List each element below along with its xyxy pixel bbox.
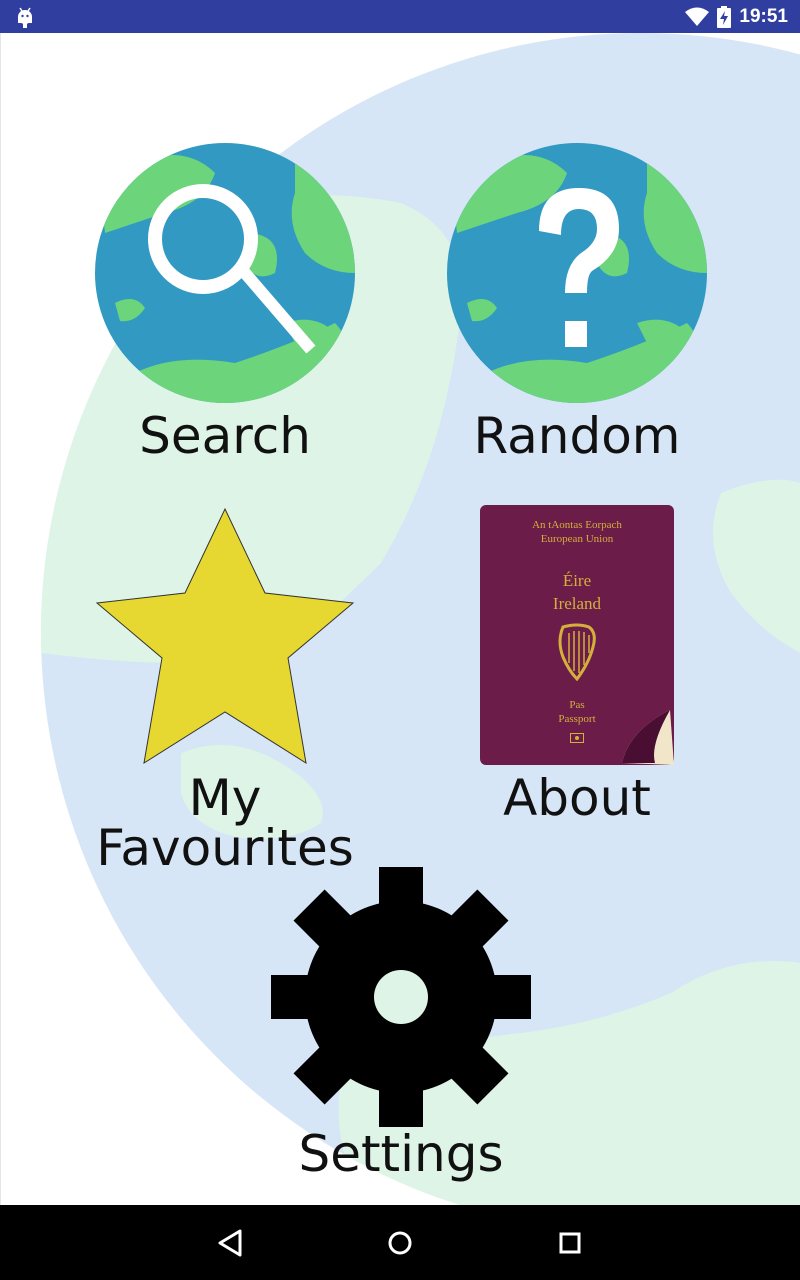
random-label: Random (473, 407, 681, 465)
random-button[interactable]: Random (437, 141, 717, 461)
status-time: 19:51 (739, 6, 788, 27)
star-icon (95, 507, 355, 765)
about-label: About (503, 769, 651, 827)
biometric-chip-icon (570, 733, 584, 743)
back-icon[interactable] (212, 1225, 248, 1261)
navigation-bar (0, 1205, 800, 1280)
gear-icon (271, 867, 531, 1127)
settings-label: Settings (298, 1125, 504, 1183)
search-label: Search (139, 407, 311, 465)
recents-icon[interactable] (552, 1225, 588, 1261)
battery-charging-icon (717, 6, 731, 28)
favourites-label: My Favourites (96, 769, 354, 877)
favourites-button[interactable]: My Favourites (55, 505, 395, 873)
home-icon[interactable] (382, 1225, 418, 1261)
passport-country-en: Ireland (552, 594, 602, 613)
settings-button[interactable]: Settings (251, 865, 551, 1185)
wifi-icon (685, 7, 709, 26)
android-debug-icon (18, 7, 32, 28)
main-menu: Search Random My Favourites An tAontas E… (0, 33, 800, 1205)
passport-country-ga: Éire (562, 571, 592, 590)
status-bar: 19:51 (0, 0, 800, 33)
passport-line1: An tAontas Eorpach (532, 519, 622, 531)
passport-word-ga: Pas (569, 699, 585, 711)
passport-word-en: Passport (558, 713, 596, 725)
globe-question-icon (447, 143, 707, 403)
harp-icon (558, 623, 596, 681)
passport-line2: European Union (540, 533, 614, 545)
search-button[interactable]: Search (85, 141, 365, 461)
globe-search-icon (95, 143, 355, 403)
about-button[interactable]: An tAontas Eorpach European Union Éire I… (437, 505, 717, 825)
